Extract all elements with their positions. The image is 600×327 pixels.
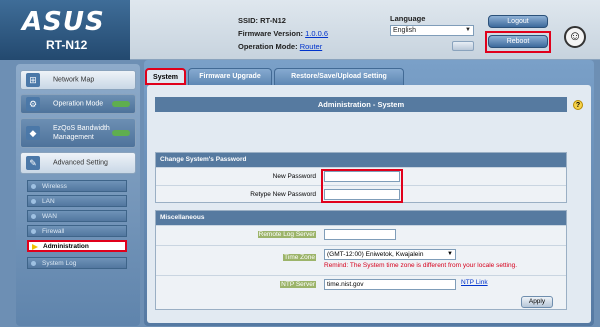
ntp-label-text: NTP Server [280, 281, 316, 288]
sidebar-item-label: Operation Mode [53, 100, 104, 108]
timezone-label-text: Time Zone [283, 254, 316, 261]
dropdown-arrow-icon: ▼ [465, 27, 471, 33]
timezone-label: Time Zone [156, 246, 319, 264]
settings-panel: Administration - System ? Change System'… [147, 85, 591, 323]
apply-button[interactable]: Apply [521, 296, 553, 308]
sidebar-subitem-lan[interactable]: LAN [27, 195, 127, 207]
arrow-right-icon [32, 244, 38, 250]
remote-log-server-field[interactable] [324, 229, 396, 240]
remote-log-label: Remote Log Server [156, 226, 319, 244]
timezone-remind-text: Remind: The System time zone is differen… [324, 262, 518, 269]
reboot-button[interactable]: Reboot [488, 35, 548, 48]
language-label: Language [390, 14, 426, 23]
ssid-label: SSID: [238, 16, 259, 25]
ntp-link[interactable]: NTP Link [461, 279, 488, 286]
ntp-server-label: NTP Server [156, 276, 319, 294]
bullet-icon [31, 214, 36, 219]
firmware-row: Firmware Version: 1.0.0.6 [238, 27, 328, 40]
network-map-icon: ⊞ [26, 73, 40, 87]
mascot-avatar-icon: ☺ [564, 26, 586, 48]
miscellaneous-section: Miscellaneous Remote Log Server Time Zon… [155, 210, 567, 310]
new-password-label: New Password [272, 173, 316, 180]
sidebar-item-operation-mode[interactable]: ⚙ Operation Mode [20, 94, 136, 114]
status-indicator [112, 101, 130, 107]
qos-icon: ◆ [26, 126, 40, 140]
operation-mode-link[interactable]: Router [300, 42, 323, 51]
password-section: Change System's Password New Password Re… [155, 152, 567, 203]
sidebar-subitem-wan[interactable]: WAN [27, 210, 127, 222]
logout-button[interactable]: Logout [488, 15, 548, 28]
form-row: NTP Server time.nist.gov NTP Link [156, 275, 566, 295]
remote-log-label-text: Remote Log Server [257, 231, 316, 238]
firmware-version-link[interactable]: 1.0.0.6 [305, 29, 328, 38]
tab-firmware-upgrade[interactable]: Firmware Upgrade [188, 68, 272, 85]
subitem-label: WAN [42, 213, 57, 220]
operation-mode-icon: ⚙ [26, 97, 40, 111]
model-name: RT-N12 [46, 38, 88, 52]
section-heading: Change System's Password [156, 153, 566, 167]
asus-logo: ASUS [22, 7, 105, 37]
language-apply-button[interactable] [452, 41, 474, 51]
sidebar-subitem-system-log[interactable]: System Log [27, 257, 127, 269]
dropdown-arrow-icon: ▼ [447, 251, 453, 257]
tab-restore-save-upload[interactable]: Restore/Save/Upload Setting [274, 68, 404, 85]
language-value: English [393, 27, 416, 34]
language-block: Language English ▼ [390, 14, 474, 51]
sidebar-item-advanced-setting[interactable]: ✎ Advanced Setting [20, 152, 136, 174]
page-title: Administration - System [155, 97, 567, 112]
header-buttons: Logout Reboot [480, 8, 554, 56]
sidebar: ⊞ Network Map ⚙ Operation Mode ◆ EzQoS B… [16, 64, 140, 326]
sidebar-item-label: EzQoS Bandwidth Management [53, 125, 110, 141]
sidebar-item-label: Network Map [53, 76, 95, 84]
form-row: Time Zone (GMT-12:00) Eniwetok, Kwajalei… [156, 245, 566, 275]
help-icon[interactable]: ? [573, 100, 583, 110]
sidebar-subitem-administration[interactable]: Administration [27, 240, 127, 252]
tab-system[interactable]: System [145, 68, 186, 85]
tools-icon: ✎ [26, 156, 40, 170]
password-highlight-box [321, 169, 403, 203]
sidebar-item-network-map[interactable]: ⊞ Network Map [20, 70, 136, 90]
ntp-server-field[interactable]: time.nist.gov [324, 279, 456, 290]
bullet-icon [31, 261, 36, 266]
router-info: SSID: RT-N12 Firmware Version: 1.0.0.6 O… [238, 14, 328, 53]
timezone-select[interactable]: (GMT-12:00) Eniwetok, Kwajalein ▼ [324, 249, 456, 260]
header: ASUS RT-N12 SSID: RT-N12 Firmware Versio… [0, 0, 600, 60]
logo-block: ASUS RT-N12 [0, 0, 130, 60]
opmode-label: Operation Mode: [238, 42, 298, 51]
subitem-label: Administration [43, 243, 89, 250]
bullet-icon [31, 199, 36, 204]
sidebar-item-label: Advanced Setting [53, 159, 108, 167]
ssid-value: RT-N12 [260, 16, 286, 25]
content-area: System Firmware Upgrade Restore/Save/Upl… [144, 60, 594, 326]
subitem-label: Wireless [42, 183, 67, 190]
bullet-icon [31, 229, 36, 234]
status-indicator [112, 130, 130, 136]
sidebar-item-ezqos[interactable]: ◆ EzQoS Bandwidth Management [20, 118, 136, 148]
firmware-label: Firmware Version: [238, 29, 304, 38]
form-row: Remote Log Server [156, 225, 566, 245]
subitem-label: System Log [42, 260, 77, 267]
sidebar-subitem-wireless[interactable]: Wireless [27, 180, 127, 192]
subitem-label: LAN [42, 198, 55, 205]
retype-password-label: Retype New Password [250, 191, 316, 198]
opmode-row: Operation Mode: Router [238, 40, 328, 53]
timezone-value: (GMT-12:00) Eniwetok, Kwajalein [327, 251, 424, 258]
language-select[interactable]: English ▼ [390, 25, 474, 36]
bullet-icon [31, 184, 36, 189]
subitem-label: Firewall [42, 228, 65, 235]
section-heading: Miscellaneous [156, 211, 566, 225]
sidebar-subitem-firewall[interactable]: Firewall [27, 225, 127, 237]
ssid-row: SSID: RT-N12 [238, 14, 328, 27]
